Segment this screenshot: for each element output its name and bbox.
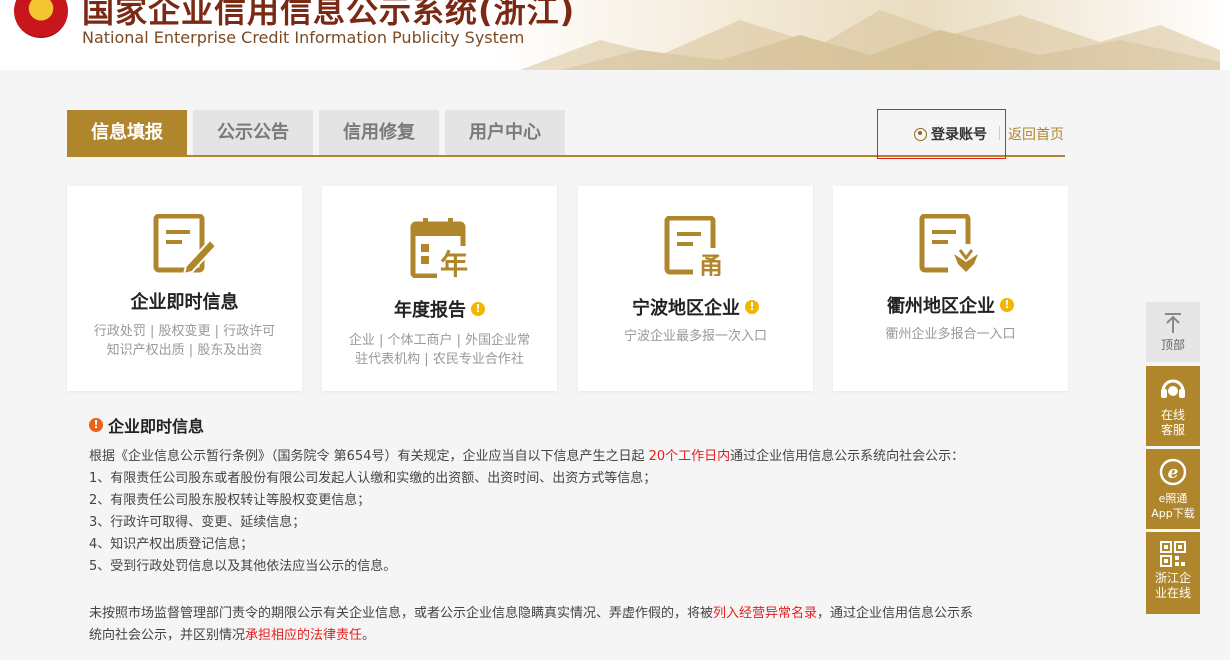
text-segment: 未按照市场监督管理部门责令的期限公示有关企业信息，或者公示企业信息隐瞒真实情况、… <box>89 606 714 621</box>
arrow-up-icon <box>1165 313 1181 333</box>
card-desc-line: 宁波企业最多报一次入口 <box>623 329 767 344</box>
info-paragraph: 未按照市场监督管理部门责令的期限公示有关企业信息，或者公示企业信息隐瞒真实情况、… <box>89 602 973 621</box>
card-description: 企业 | 个体工商户 | 外国企业常 驻代表机构 | 农民专业合作社 <box>332 331 547 369</box>
highlight-text: 列入经营异常名录 <box>713 606 818 621</box>
e-logo-icon: e <box>1159 458 1187 486</box>
tab-credit-repair[interactable]: 信用修复 <box>319 110 439 155</box>
info-item: 1、有限责任公司股东或者股份有限公司发起人认缴和实缴的出资额、出资时间、出资方式… <box>89 471 657 486</box>
mountain-background-icon <box>520 10 1220 70</box>
card-title-text: 衢州地区企业 <box>887 296 995 317</box>
card-description: 宁波企业最多报一次入口 <box>588 327 803 346</box>
text-segment: 通过企业信用信息公示系统向社会公示： <box>730 449 965 464</box>
card-quzhou[interactable]: 衢州地区企业 ! 衢州企业多报合一入口 <box>833 186 1068 391</box>
text-segment: 根据《企业信息公示暂行条例》（国务院令 第654号）有关规定，企业应当自以下信息… <box>89 449 649 464</box>
card-instant-info[interactable]: 企业即时信息 行政处罚 | 股权变更 | 行政许可 知识产权出质 | 股东及出资 <box>67 186 302 391</box>
side-label: 浙江企 <box>1154 571 1191 585</box>
info-item: 3、行政许可取得、变更、延续信息； <box>89 515 306 530</box>
online-service-button[interactable]: 在线 客服 <box>1146 366 1200 446</box>
card-desc-line: 行政处罚 | 股权变更 | 行政许可 <box>93 324 276 339</box>
svg-text:e: e <box>1168 463 1179 483</box>
side-label: 客服 <box>1160 423 1185 437</box>
ningbo-glyph: 甬 <box>699 252 723 276</box>
card-title: 年度报告 ! <box>322 296 557 322</box>
text-segment: 统向社会公示，并区别情况 <box>89 628 246 643</box>
national-emblem-icon <box>14 0 68 38</box>
info-item: 5、受到行政处罚信息以及其他依法应当公示的信息。 <box>89 559 397 574</box>
year-glyph: 年 <box>439 248 467 278</box>
back-to-top-button[interactable]: 顶部 <box>1146 302 1200 362</box>
document-pen-icon <box>153 214 217 274</box>
main-tabs: 信息填报 公示公告 信用修复 用户中心 <box>67 110 571 155</box>
document-ningbo-icon: 甬 <box>664 216 729 276</box>
card-title: 衢州地区企业 ! <box>833 292 1068 318</box>
highlight-text: 承担相应的法律责任 <box>245 628 363 643</box>
login-link[interactable]: 登录账号 <box>914 124 987 144</box>
qr-code-icon <box>1160 541 1186 567</box>
side-label: 在线 <box>1160 408 1185 422</box>
card-description: 行政处罚 | 股权变更 | 行政许可 知识产权出质 | 股东及出资 <box>77 322 292 360</box>
warning-icon: ! <box>471 302 485 316</box>
info-title-text: 企业即时信息 <box>108 417 205 436</box>
card-description: 衢州企业多报合一入口 <box>843 325 1058 344</box>
highlight-text: 20个工作日内 <box>648 449 731 464</box>
alert-icon: ! <box>89 418 103 432</box>
info-paragraph: 统向社会公示，并区别情况承担相应的法律责任。 <box>89 624 375 643</box>
card-desc-line: 衢州企业多报合一入口 <box>885 327 1016 342</box>
card-title-text: 年度报告 <box>394 300 466 321</box>
document-quzhou-icon <box>919 214 984 274</box>
card-title-text: 企业即时信息 <box>130 292 239 313</box>
info-paragraph: 根据《企业信息公示暂行条例》（国务院令 第654号）有关规定，企业应当自以下信息… <box>89 445 964 464</box>
calendar-year-icon: 年 <box>410 218 471 278</box>
side-label: 顶部 <box>1160 338 1185 352</box>
text-segment: 。 <box>362 628 376 643</box>
card-title: 企业即时信息 <box>67 288 302 314</box>
divider <box>999 126 1000 140</box>
headset-icon <box>1161 379 1185 398</box>
info-item: 4、知识产权出质登记信息； <box>89 537 254 552</box>
tab-info-filing[interactable]: 信息填报 <box>67 110 187 155</box>
warning-icon: ! <box>1000 298 1014 312</box>
side-label: 业在线 <box>1154 586 1191 600</box>
card-desc-line: 知识产权出质 | 股东及出资 <box>106 343 263 358</box>
user-icon <box>914 127 927 141</box>
card-ningbo[interactable]: 甬 宁波地区企业 ! 宁波企业最多报一次入口 <box>578 186 813 391</box>
site-header: 国家企业信用信息公示系统(浙江) National Enterprise Cre… <box>0 0 1230 70</box>
zhejiang-online-button[interactable]: 浙江企 业在线 <box>1146 532 1200 614</box>
tab-announcements[interactable]: 公示公告 <box>193 110 313 155</box>
side-label: App下载 <box>1151 507 1195 520</box>
info-item: 2、有限责任公司股东股权转让等股权变更信息； <box>89 493 371 508</box>
login-label: 登录账号 <box>931 127 987 143</box>
card-desc-line: 驻代表机构 | 农民专业合作社 <box>355 352 524 367</box>
side-label: e照通 <box>1158 492 1188 505</box>
card-title: 宁波地区企业 ! <box>578 294 813 320</box>
site-subtitle: National Enterprise Credit Information P… <box>82 28 525 47</box>
text-segment: ，通过企业信用信息公示系 <box>817 606 974 621</box>
card-annual-report[interactable]: 年 年度报告 ! 企业 | 个体工商户 | 外国企业常 驻代表机构 | 农民专业… <box>322 186 557 391</box>
card-title-text: 宁波地区企业 <box>632 298 740 319</box>
info-section-title: ! 企业即时信息 <box>89 413 204 437</box>
card-desc-line: 企业 | 个体工商户 | 外国企业常 <box>348 333 531 348</box>
home-link[interactable]: 返回首页 <box>1008 124 1064 144</box>
app-download-button[interactable]: e e照通 App下载 <box>1146 449 1200 529</box>
warning-icon: ! <box>745 300 759 314</box>
tab-user-center[interactable]: 用户中心 <box>445 110 565 155</box>
